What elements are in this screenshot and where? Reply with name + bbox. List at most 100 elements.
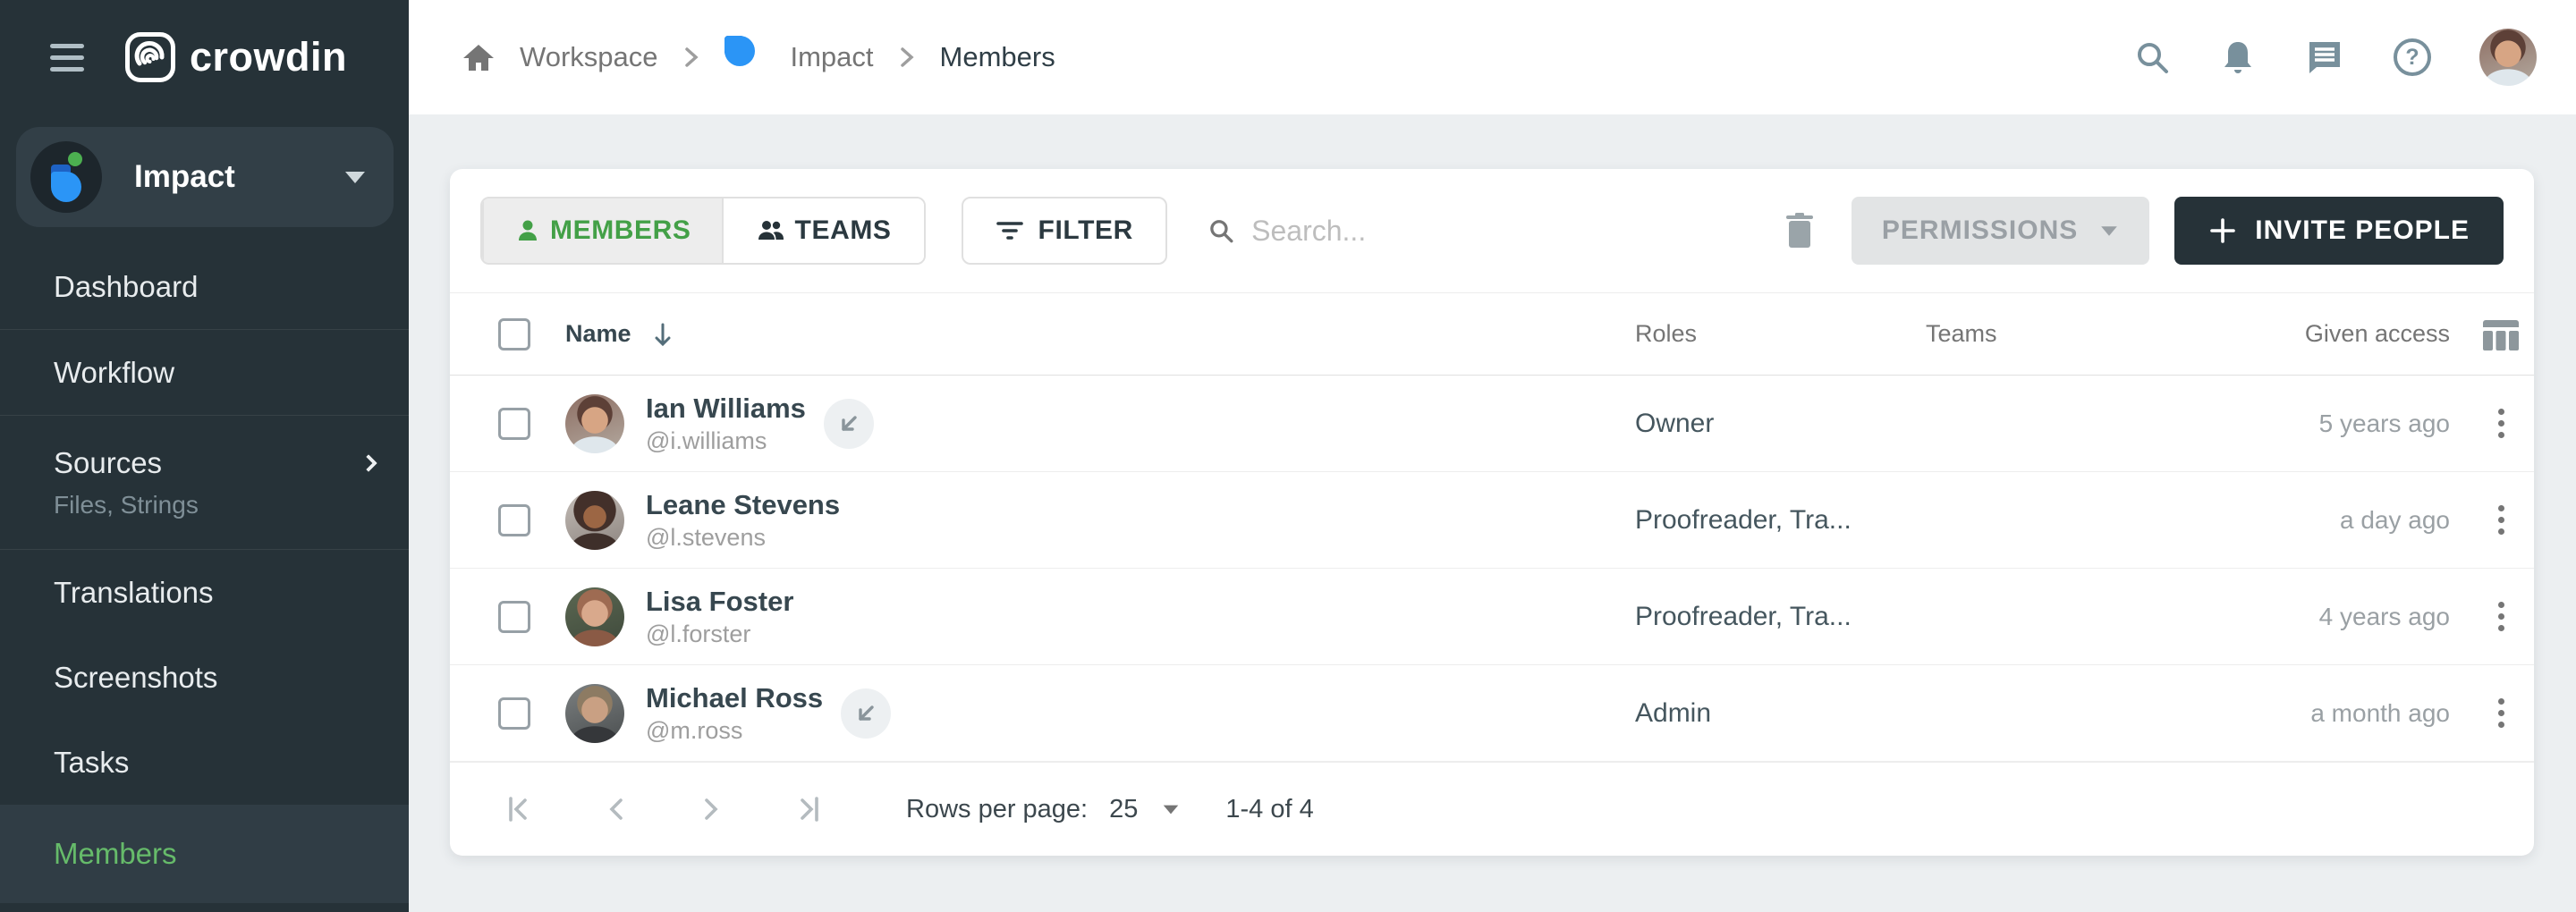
- member-username: @l.forster: [646, 621, 793, 648]
- joined-arrow-badge: [824, 399, 874, 449]
- avatar: [565, 491, 624, 550]
- pagination-range: 1-4 of 4: [1225, 795, 1313, 824]
- sidebar-item-translations[interactable]: Translations: [0, 550, 409, 635]
- crowdin-logo[interactable]: crowdin: [125, 32, 347, 82]
- next-page-button[interactable]: [691, 789, 733, 830]
- column-roles[interactable]: Roles: [1635, 320, 1926, 348]
- sidebar-header: crowdin: [0, 0, 409, 114]
- avatar: [565, 684, 624, 743]
- given-access-time: 5 years ago: [2250, 410, 2468, 438]
- sort-descending-icon: [651, 321, 674, 348]
- row-menu-kebab-icon[interactable]: [2468, 489, 2534, 552]
- member-username: @m.ross: [646, 717, 823, 745]
- row-checkbox[interactable]: [498, 408, 530, 440]
- column-given-access[interactable]: Given access: [2250, 320, 2468, 348]
- row-checkbox[interactable]: [498, 601, 530, 633]
- table-row[interactable]: Ian Williams @i.williams Owner 5 years a…: [450, 376, 2534, 472]
- project-avatar: [30, 141, 102, 213]
- help-icon[interactable]: ?: [2392, 37, 2433, 78]
- last-page-button[interactable]: [788, 789, 829, 830]
- breadcrumb-project[interactable]: Impact: [791, 41, 874, 73]
- sidebar-item-sources-subtitle: Files, Strings: [54, 491, 375, 519]
- row-checkbox[interactable]: [498, 697, 530, 730]
- sidebar-item-workflow[interactable]: Workflow: [0, 330, 409, 415]
- table-row[interactable]: Michael Ross @m.ross Admin a month ago: [450, 665, 2534, 762]
- table-row[interactable]: Leane Stevens @l.stevens Proofreader, Tr…: [450, 472, 2534, 569]
- crowdin-logo-text: crowdin: [190, 34, 347, 80]
- table-pagination: Rows per page: 25 1-4 of 4: [450, 762, 2534, 856]
- hamburger-menu-icon[interactable]: [50, 44, 84, 72]
- table-header: Name Roles Teams Given access: [450, 292, 2534, 376]
- people-icon: [756, 218, 786, 243]
- column-settings-icon[interactable]: [2468, 317, 2534, 352]
- chevron-right-icon: [897, 44, 917, 71]
- filter-icon: [996, 219, 1024, 242]
- sidebar-item-members[interactable]: Members: [0, 805, 409, 903]
- breadcrumb: Workspace Impact Members: [461, 36, 1055, 79]
- row-menu-kebab-icon[interactable]: [2468, 586, 2534, 648]
- trash-icon[interactable]: [1784, 212, 1816, 249]
- members-card: MEMBERS TEAMS FILTER: [450, 169, 2534, 856]
- avatar: [565, 587, 624, 646]
- chevron-right-icon: [682, 44, 701, 71]
- given-access-time: 4 years ago: [2250, 603, 2468, 631]
- table-row[interactable]: Lisa Foster @l.forster Proofreader, Tra.…: [450, 569, 2534, 665]
- plus-icon: [2208, 216, 2237, 245]
- project-name: Impact: [134, 159, 345, 195]
- svg-text:?: ?: [2405, 45, 2419, 70]
- column-teams[interactable]: Teams: [1926, 320, 2250, 348]
- column-name[interactable]: Name: [565, 320, 1635, 348]
- select-all-checkbox[interactable]: [498, 318, 530, 350]
- member-name[interactable]: Michael Ross: [646, 682, 823, 714]
- given-access-time: a month ago: [2250, 699, 2468, 728]
- search-box: [1207, 215, 1636, 248]
- user-avatar[interactable]: [2479, 29, 2537, 86]
- project-selector[interactable]: Impact: [16, 127, 394, 227]
- chevron-down-icon: [2101, 226, 2117, 235]
- chevron-down-icon: [345, 172, 365, 183]
- member-roles: Owner: [1635, 409, 1926, 439]
- given-access-time: a day ago: [2250, 506, 2468, 535]
- chevron-right-icon: [360, 454, 377, 472]
- topbar-icons: ?: [2132, 29, 2537, 86]
- permissions-button[interactable]: PERMISSIONS: [1852, 197, 2149, 265]
- avatar: [565, 394, 624, 453]
- filter-button[interactable]: FILTER: [962, 197, 1167, 265]
- breadcrumb-project-avatar: [724, 36, 767, 79]
- sidebar: crowdin Impact Dashboard Workflow Source…: [0, 0, 409, 912]
- toolbar: MEMBERS TEAMS FILTER: [450, 169, 2534, 292]
- home-icon[interactable]: [461, 39, 496, 75]
- row-menu-kebab-icon[interactable]: [2468, 393, 2534, 455]
- sidebar-item-screenshots[interactable]: Screenshots: [0, 635, 409, 720]
- topbar: Workspace Impact Members: [409, 0, 2576, 114]
- breadcrumb-workspace[interactable]: Workspace: [520, 41, 658, 73]
- crowdin-logo-icon: [125, 32, 175, 82]
- row-menu-kebab-icon[interactable]: [2468, 682, 2534, 745]
- sidebar-item-tasks[interactable]: Tasks: [0, 720, 409, 805]
- row-checkbox[interactable]: [498, 504, 530, 536]
- breadcrumb-current: Members: [940, 41, 1055, 73]
- member-username: @l.stevens: [646, 524, 840, 552]
- arrow-bottom-left-icon: [837, 412, 860, 435]
- previous-page-button[interactable]: [595, 789, 636, 830]
- rows-per-page-label: Rows per page:: [906, 795, 1088, 824]
- tab-members[interactable]: MEMBERS: [482, 198, 724, 263]
- messages-chat-icon[interactable]: [2304, 37, 2345, 78]
- sidebar-nav: Dashboard Workflow Sources Files, String…: [0, 244, 409, 903]
- joined-arrow-badge: [841, 688, 891, 739]
- notifications-bell-icon[interactable]: [2218, 38, 2258, 77]
- member-name[interactable]: Lisa Foster: [646, 586, 793, 618]
- search-icon[interactable]: [2132, 38, 2172, 77]
- search-input[interactable]: [1251, 215, 1636, 248]
- sidebar-item-sources[interactable]: Sources Files, Strings: [0, 416, 409, 549]
- rows-per-page-select[interactable]: 25: [1109, 795, 1181, 824]
- member-username: @i.williams: [646, 427, 806, 455]
- member-name[interactable]: Ian Williams: [646, 393, 806, 425]
- person-icon: [514, 217, 541, 244]
- member-name[interactable]: Leane Stevens: [646, 489, 840, 521]
- invite-people-button[interactable]: INVITE PEOPLE: [2174, 197, 2504, 265]
- sidebar-item-dashboard[interactable]: Dashboard: [0, 244, 409, 329]
- search-icon: [1207, 215, 1235, 247]
- tab-teams[interactable]: TEAMS: [724, 198, 924, 263]
- first-page-button[interactable]: [498, 789, 539, 830]
